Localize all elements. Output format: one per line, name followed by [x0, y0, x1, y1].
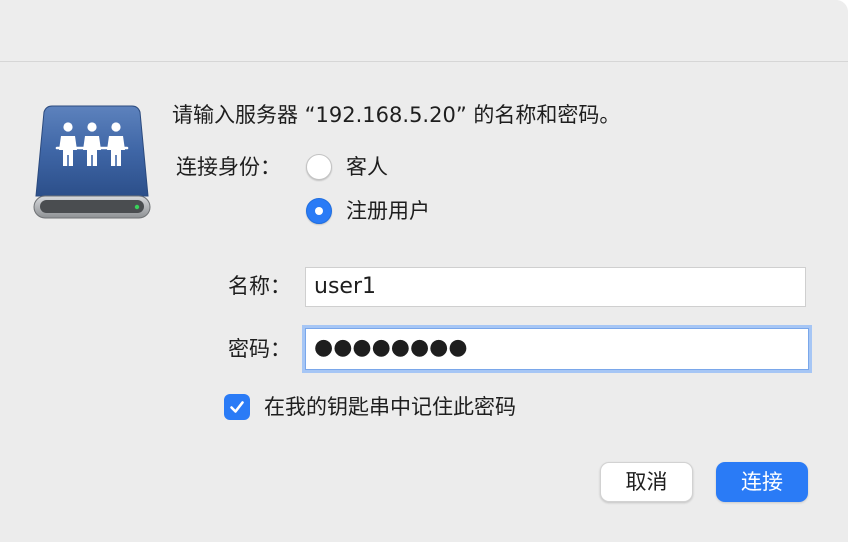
- name-field[interactable]: user1: [305, 267, 806, 307]
- shared-drive-icon: [30, 100, 154, 224]
- password-field-value: ●●●●●●●●: [314, 335, 468, 360]
- remember-password-checkbox[interactable]: [224, 394, 250, 420]
- remember-password-label: 在我的钥匙串中记住此密码: [264, 395, 516, 419]
- checkmark-icon: [230, 401, 244, 413]
- connect-button[interactable]: 连接: [716, 462, 808, 502]
- title-bar: [0, 0, 848, 62]
- radio-guest[interactable]: 客人: [306, 152, 388, 182]
- radio-label-registered-user: 注册用户: [346, 199, 430, 223]
- radio-label-guest: 客人: [346, 155, 388, 179]
- name-field-label: 名称：: [228, 274, 291, 298]
- connect-to-server-dialog: 请输入服务器 “192.168.5.20” 的名称和密码。 连接身份： 客人 注…: [0, 0, 848, 542]
- radio-button-guest[interactable]: [306, 154, 332, 180]
- radio-registered-user[interactable]: 注册用户: [306, 196, 430, 226]
- prompt-text: 请输入服务器 “192.168.5.20” 的名称和密码。: [172, 103, 621, 127]
- password-field-label: 密码：: [228, 337, 291, 361]
- cancel-button[interactable]: 取消: [600, 462, 693, 502]
- name-field-value: user1: [314, 274, 376, 299]
- connect-as-label: 连接身份：: [176, 155, 281, 179]
- remember-password-row[interactable]: 在我的钥匙串中记住此密码: [224, 392, 516, 422]
- password-field[interactable]: ●●●●●●●●: [305, 328, 809, 370]
- radio-button-registered-user[interactable]: [306, 198, 332, 224]
